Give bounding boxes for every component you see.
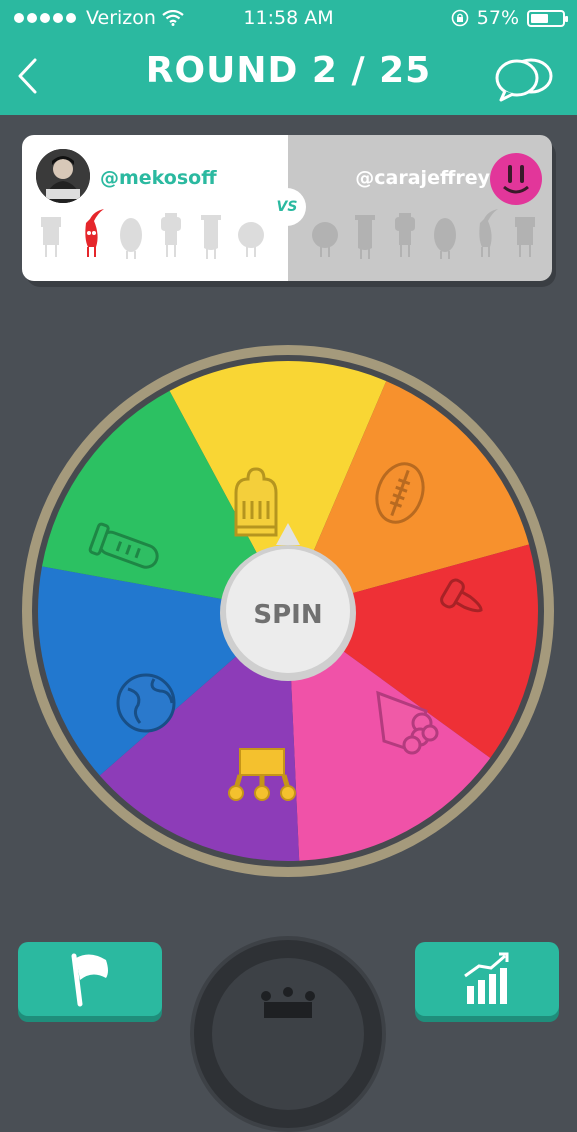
player-right-characters bbox=[310, 207, 540, 263]
entertainment-character-icon bbox=[120, 218, 142, 259]
flag-icon bbox=[71, 953, 108, 1007]
avatar-opponent bbox=[490, 153, 542, 205]
player-left-card[interactable]: @mekosoff bbox=[22, 135, 288, 281]
back-button[interactable] bbox=[10, 52, 46, 100]
art-character-icon bbox=[85, 209, 104, 257]
status-right: 57% bbox=[451, 7, 568, 29]
top-bar: Verizon 11:58 AM 57% ROUND 2 / 25 bbox=[0, 0, 577, 115]
geography-character-icon bbox=[238, 222, 264, 257]
spin-wheel[interactable]: SPIN bbox=[22, 345, 554, 877]
flag-button[interactable] bbox=[18, 942, 162, 1016]
player-left-characters bbox=[36, 207, 266, 263]
entertainment-character-icon bbox=[434, 218, 456, 259]
stats-button[interactable] bbox=[415, 942, 559, 1016]
spin-label: SPIN bbox=[253, 600, 322, 630]
battery-percent: 57% bbox=[476, 7, 519, 29]
test-tube-character-icon bbox=[201, 215, 221, 259]
versus-panel: @mekosoff @carajeffrey VS bbox=[22, 135, 556, 287]
globe-icon bbox=[116, 673, 176, 733]
science-character-icon bbox=[161, 213, 181, 257]
history-character-icon bbox=[515, 217, 535, 257]
battery-icon bbox=[527, 9, 568, 27]
page-title: ROUND 2 / 25 bbox=[145, 50, 432, 91]
chat-button[interactable] bbox=[493, 54, 555, 102]
science-character-icon bbox=[395, 213, 415, 257]
battery-level bbox=[531, 13, 549, 23]
history-character-icon bbox=[41, 217, 61, 257]
crown-icon bbox=[212, 958, 364, 1110]
knight-helmet-icon bbox=[234, 467, 278, 537]
player-left-username: @mekosoff bbox=[100, 167, 217, 189]
player-right-card[interactable]: @carajeffrey bbox=[288, 135, 552, 281]
avatar bbox=[36, 149, 90, 203]
bar-chart-icon bbox=[464, 952, 509, 1004]
status-bar: Verizon 11:58 AM 57% bbox=[0, 0, 577, 38]
test-tube-character-icon bbox=[355, 215, 375, 259]
rotation-lock-icon bbox=[451, 9, 469, 27]
geography-character-icon bbox=[312, 222, 338, 257]
art-character-icon bbox=[479, 209, 498, 257]
crown-dock-button[interactable] bbox=[190, 936, 386, 1132]
vs-badge: VS bbox=[268, 188, 306, 226]
player-right-username: @carajeffrey bbox=[355, 167, 490, 189]
chat-bubbles-icon bbox=[495, 58, 553, 102]
